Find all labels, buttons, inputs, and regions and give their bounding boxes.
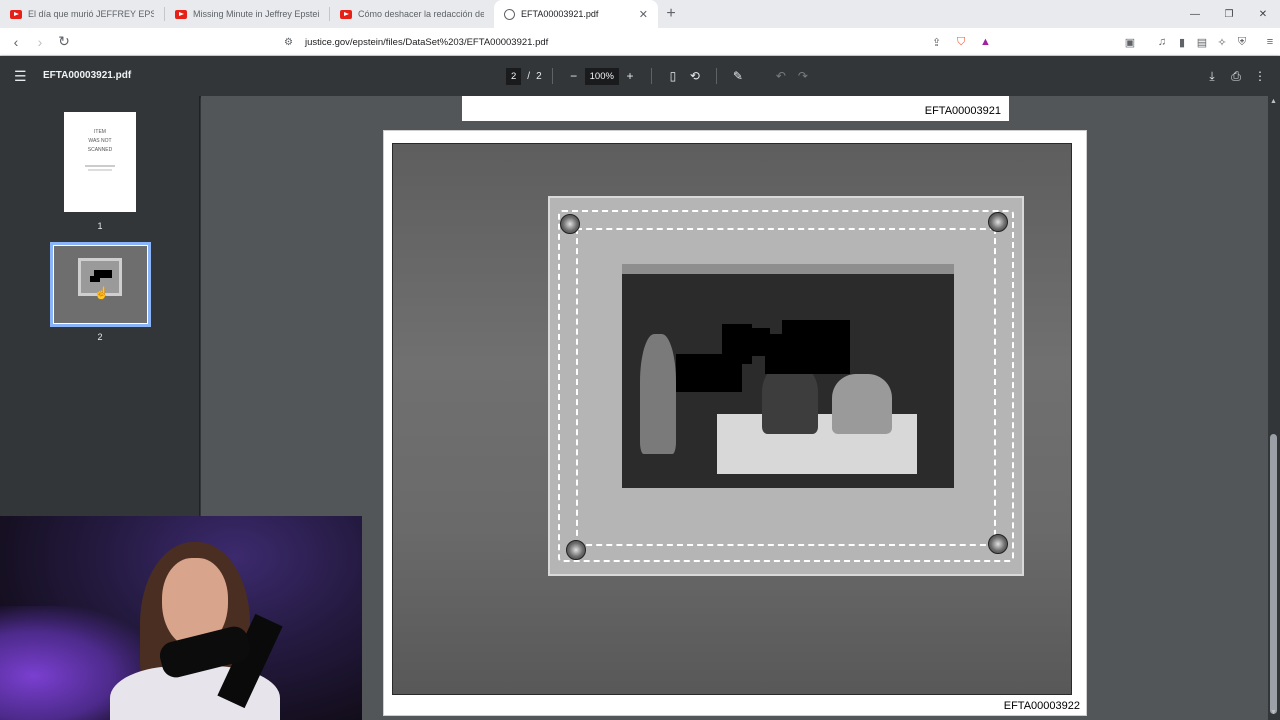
thumbnail-image [54,246,147,323]
pdf-toolbar: ☰ EFTA00003921.pdf 2 / 2 − 100% + ▯ ⟲ ✎ … [0,56,1280,96]
scanned-photo [392,143,1072,695]
youtube-icon [340,9,352,19]
thumb-text: SCANNED [87,147,113,153]
scroll-up-arrow-icon[interactable]: ▲ [1270,98,1278,105]
undo-icon[interactable]: ↶ [770,66,792,86]
thumb-line [85,165,115,167]
redo-icon[interactable]: ↷ [792,66,814,86]
restore-icon[interactable]: ❐ [1212,0,1246,28]
tab-search-icon[interactable]: ▣ [1120,32,1140,52]
page-number-input[interactable]: 2 [506,67,522,85]
thumbnail-label: 1 [97,221,103,231]
share-icon[interactable]: ⇪ [932,36,941,49]
thumbnail-label: 2 [97,332,103,342]
youtube-icon [10,9,22,19]
youtube-icon [175,9,187,19]
browser-tab[interactable]: El día que murió JEFFREY EPSTEIN - Y [0,0,164,28]
tab-strip: El día que murió JEFFREY EPSTEIN - Y Mis… [0,0,1280,28]
page-footer-code: EFTA00003922 [1003,700,1080,712]
print-icon[interactable]: ⎙ [1224,66,1248,86]
annotate-icon[interactable]: ✎ [727,66,749,86]
thumb-redaction [90,276,100,282]
picture-person [762,364,818,434]
thumb-line [88,169,112,171]
window-controls: — ❐ ✕ [1178,0,1280,28]
browser-tab[interactable]: Missing Minute in Jeffrey Epstein Jail [165,0,329,28]
zoom-level-input[interactable]: 100% [584,67,619,85]
sidebar-icon[interactable]: ▮ [1172,32,1192,52]
brave-shield-icon[interactable]: ⛉ [957,36,965,49]
framed-picture [622,264,954,488]
address-bar[interactable]: ⚙ justice.gov/epstein/files/DataSet%203/… [252,32,1000,52]
fit-page-icon[interactable]: ▯ [662,66,684,86]
scrollbar-thumb[interactable] [1270,434,1277,714]
browser-toolbar: ‹ › ↻ ⚑ ⚙ justice.gov/epstein/files/Data… [0,28,1280,56]
url-text: justice.gov/epstein/files/DataSet%203/EF… [305,36,549,48]
page-footer-code: EFTA00003921 [924,105,1001,117]
picture-person [832,374,892,434]
tab-title: Missing Minute in Jeffrey Epstein Jail [193,9,319,19]
frame-rivet [566,540,586,560]
thumb-text: ITEM [94,129,106,135]
pdf-page-2: EFTA00003922 [383,130,1087,716]
download-icon[interactable]: ⤓ [1200,66,1224,86]
rotate-icon[interactable]: ⟲ [684,66,706,86]
new-tab-button[interactable]: + [658,0,684,28]
pdf-page-controls: 2 / 2 − 100% + ▯ ⟲ ✎ ↶ ↷ [506,66,814,86]
browser-tab[interactable]: Cómo deshacer la redacción de los ar [330,0,494,28]
site-info-icon[interactable]: ⚙ [284,37,293,48]
more-options-icon[interactable]: ⋮ [1248,66,1272,86]
frame-rivet [988,212,1008,232]
zoom-out-icon[interactable]: − [563,66,585,86]
tab-title: El día que murió JEFFREY EPSTEIN - Y [28,9,154,19]
reload-icon[interactable]: ↻ [54,32,74,52]
extensions-area: ▣ ♫ ▮ ▤ ✧ ⛨ ≡ [1120,32,1280,52]
globe-icon [504,8,515,20]
media-icon[interactable]: ♫ [1152,32,1172,52]
redaction-block [722,324,752,364]
hand-cursor-icon: ☝ [94,286,109,300]
divider [551,68,553,84]
zoom-in-icon[interactable]: + [619,66,641,86]
frame-rivet [988,534,1008,554]
close-tab-icon[interactable]: ✕ [639,8,648,21]
menu-icon[interactable]: ≡ [1260,32,1280,52]
divider [650,68,652,84]
vertical-scrollbar[interactable]: ▲ ▼ [1268,96,1280,720]
browser-tab-active[interactable]: EFTA00003921.pdf ✕ [494,0,658,28]
picture-person [640,334,676,454]
hamburger-menu-icon[interactable]: ☰ [14,68,27,85]
frame-rivet [560,214,580,234]
webcam-overlay [0,516,362,720]
vpn-icon[interactable]: ⛨ [1232,32,1252,52]
brave-rewards-icon[interactable]: ▲ [980,36,991,48]
photo-frame [548,196,1024,576]
tab-title: Cómo deshacer la redacción de los ar [358,9,484,19]
leo-ai-icon[interactable]: ✧ [1212,32,1232,52]
wallet-icon[interactable]: ▤ [1192,32,1212,52]
minimize-icon[interactable]: — [1178,0,1212,28]
redaction-block [782,320,850,374]
thumb-text: WAS NOT [88,138,112,144]
page-thumbnail-2[interactable] [50,242,151,327]
pdf-actions: ⤓ ⎙ ⋮ [1200,66,1272,86]
tab-title: EFTA00003921.pdf [521,9,599,19]
divider [715,68,717,84]
back-arrow-icon[interactable]: ‹ [6,32,26,52]
pdf-page-1: EFTA00003921 [462,96,1009,121]
scroll-down-arrow-icon[interactable]: ▼ [1270,709,1278,716]
page-thumbnail-1[interactable]: ITEM WAS NOT SCANNED [64,112,136,212]
forward-arrow-icon[interactable]: › [30,32,50,52]
close-window-icon[interactable]: ✕ [1246,0,1280,28]
total-pages: 2 [536,70,542,82]
pdf-filename: EFTA00003921.pdf [43,70,132,81]
page-separator: / [527,70,531,82]
